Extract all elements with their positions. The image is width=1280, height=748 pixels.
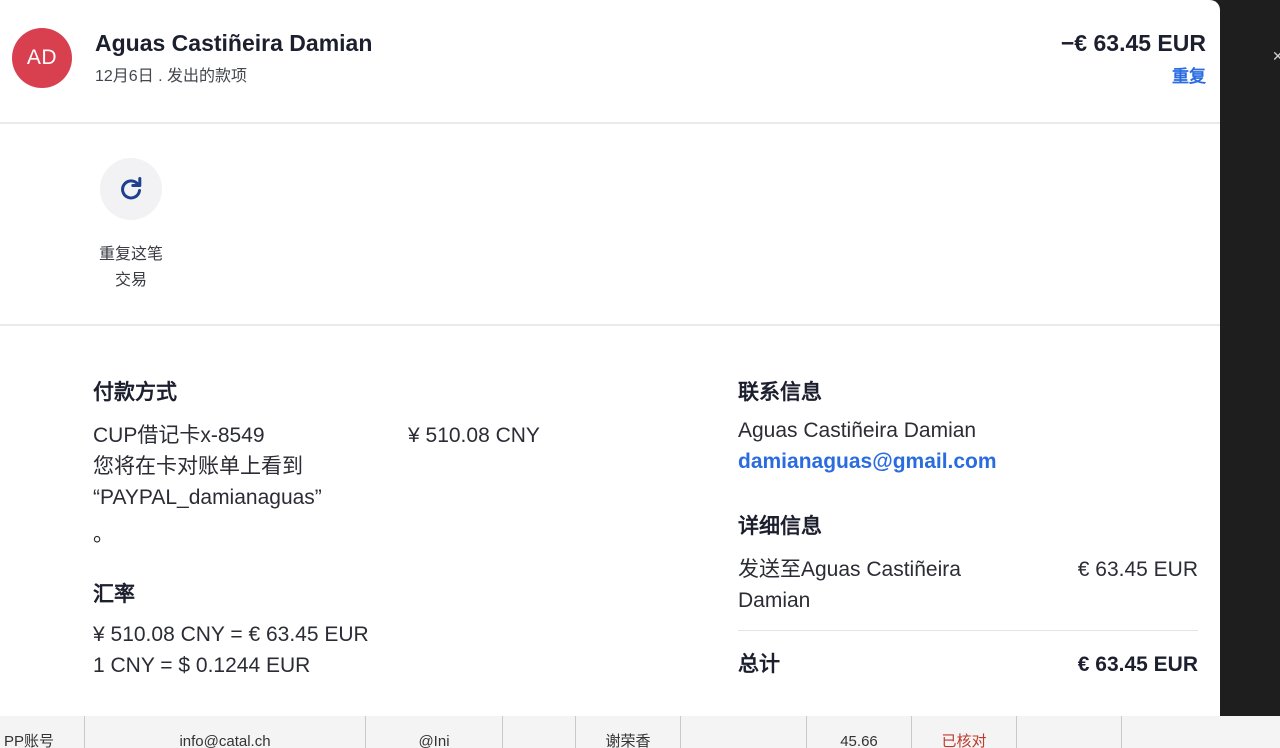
repeat-transaction-caption: 重复这笔 交易 <box>82 242 180 294</box>
sheet-cell-image-2 <box>1017 716 1122 748</box>
details-section: 付款方式 CUP借记卡x-8549 ¥ 510.08 CNY 您将在卡对账单上看… <box>0 326 1220 716</box>
sheet-cell-image <box>503 716 576 748</box>
sheet-cell-amount: 45.66 <box>807 716 912 748</box>
statement-note-line-1: 您将在卡对账单上看到 <box>93 455 303 478</box>
payment-method-title: 付款方式 <box>93 381 177 404</box>
repeat-caption-line-1: 重复这笔 <box>98 246 163 263</box>
sheet-cell-handle: @Ini <box>366 716 503 748</box>
card-amount: ¥ 510.08 CNY <box>408 424 540 447</box>
card-name: CUP借记卡x-8549 <box>93 424 265 447</box>
transaction-details-panel: AD Aguas Castiñeira Damian 12月6日 . 发出的款项… <box>0 0 1220 716</box>
exchange-rate-title: 汇率 <box>93 583 135 606</box>
repeat-caption-line-2: 交易 <box>114 272 147 289</box>
sheet-cell-status: 已核对 <box>912 716 1017 748</box>
sent-to-line-1: 发送至Aguas Castiñeira <box>738 558 961 581</box>
contact-info-title: 联系信息 <box>738 381 822 404</box>
refresh-icon <box>121 177 142 200</box>
details-title: 详细信息 <box>738 515 822 538</box>
sheet-cell-empty <box>681 716 807 748</box>
total-amount: € 63.45 EUR <box>1077 653 1198 676</box>
actions-section: 重复这笔 交易 <box>0 124 1220 326</box>
payee-name: Aguas Castiñeira Damian <box>95 30 373 56</box>
repeat-transaction-button[interactable] <box>100 158 162 220</box>
transaction-date-type: 12月6日 . 发出的款项 <box>95 68 248 85</box>
total-label: 总计 <box>738 653 780 676</box>
exchange-unit-rate: 1 CNY = $ 0.1244 EUR <box>93 654 311 677</box>
sent-to-line-2: Damian <box>738 589 811 612</box>
transaction-amount: −€ 63.45 EUR <box>1060 30 1206 56</box>
exchange-conversion: ¥ 510.08 CNY = € 63.45 EUR <box>93 623 369 646</box>
background-spreadsheet-row: PP账号 info@catal.ch @Ini 谢荣香 45.66 已核对 <box>0 716 1280 748</box>
statement-descriptor: “PAYPAL_damianaguas” <box>93 486 322 509</box>
avatar: AD <box>12 28 72 88</box>
repeat-link[interactable]: 重复 <box>1172 62 1206 87</box>
sheet-cell-email: info@catal.ch <box>85 716 366 748</box>
sheet-cell-name: 谢荣香 <box>576 716 681 748</box>
contact-email-link[interactable]: damianaguas@gmail.com <box>738 446 997 477</box>
contact-name: Aguas Castiñeira Damian <box>738 419 977 442</box>
transaction-header: AD Aguas Castiñeira Damian 12月6日 . 发出的款项… <box>0 0 1220 124</box>
statement-note-end: 。 <box>93 523 114 546</box>
sheet-cell-account-label: PP账号 <box>0 716 85 748</box>
details-divider <box>738 630 1198 631</box>
sent-amount: € 63.45 EUR <box>1077 558 1198 581</box>
backdrop-close-icon[interactable]: ✕ <box>1272 48 1280 68</box>
